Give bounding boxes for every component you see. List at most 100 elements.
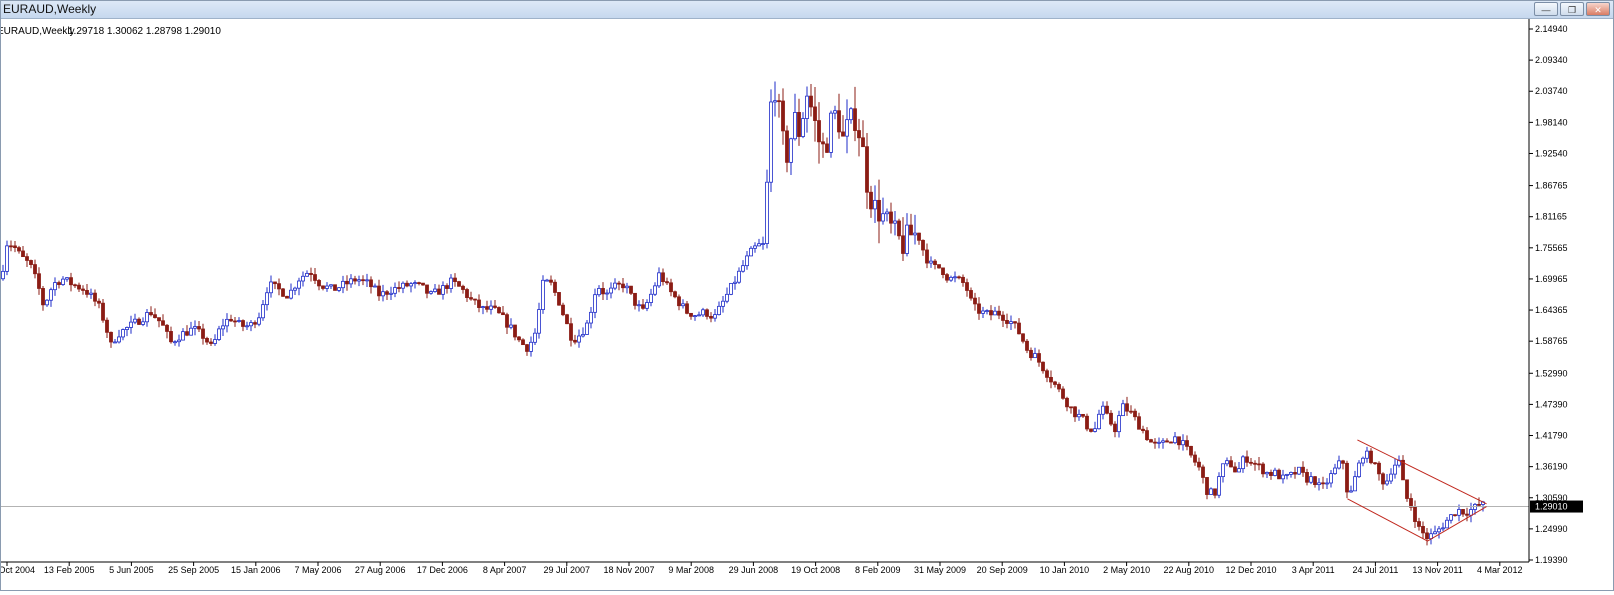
candle: [1317, 478, 1321, 491]
candle-body: [393, 287, 397, 294]
candle: [905, 213, 909, 257]
candle: [293, 286, 297, 296]
candle-body: [45, 299, 49, 306]
candle-body: [589, 311, 593, 324]
candle: [637, 300, 641, 312]
candle-body: [717, 305, 721, 316]
candle: [601, 282, 605, 301]
candle: [885, 208, 889, 222]
window-titlebar[interactable]: EURAUD,Weekly — ❐ ✕: [1, 1, 1613, 19]
close-button[interactable]: ✕: [1586, 2, 1610, 16]
candle-body: [1321, 482, 1325, 485]
candle-body: [365, 279, 369, 282]
candle: [1441, 522, 1445, 532]
candle: [1101, 401, 1105, 420]
candle: [1321, 476, 1325, 489]
candle-body: [529, 341, 533, 352]
candle: [1237, 462, 1241, 473]
chart-area[interactable]: 2.14940 2.09340 2.03740 1.98140 1.92540 1.867…: [0, 19, 1613, 590]
minimize-button[interactable]: —: [1534, 2, 1558, 16]
candle-body: [1153, 441, 1157, 444]
candle-body: [761, 243, 765, 245]
candle: [709, 312, 713, 323]
candle: [673, 290, 677, 299]
candle-body: [1053, 381, 1057, 385]
candle-body: [821, 141, 825, 145]
candle: [569, 317, 573, 347]
candle: [1469, 502, 1473, 523]
candle: [1401, 455, 1405, 481]
candle: [741, 260, 745, 273]
candle-body: [541, 279, 545, 310]
candle: [1145, 427, 1149, 441]
candle-body: [1193, 454, 1197, 463]
candle: [357, 275, 361, 287]
candle-body: [881, 213, 885, 222]
candle-body: [853, 108, 857, 131]
candle-body: [25, 256, 29, 261]
candle: [1105, 401, 1109, 415]
candle: [813, 86, 817, 142]
candle-body: [369, 279, 373, 288]
candle: [1245, 450, 1249, 467]
candle: [445, 283, 449, 294]
candle: [1221, 463, 1225, 483]
candle: [589, 306, 593, 329]
candle-body: [1189, 445, 1193, 456]
price-tick-label: 1.24990: [1535, 524, 1568, 534]
candle: [233, 316, 237, 327]
candle: [985, 309, 989, 315]
candle: [397, 281, 401, 293]
candle: [533, 328, 537, 346]
candle-body: [549, 279, 553, 283]
candle: [1113, 421, 1117, 438]
candle: [553, 279, 557, 296]
candle-body: [1061, 388, 1065, 399]
candle: [1249, 457, 1253, 466]
candle-body: [145, 312, 149, 323]
candle: [273, 281, 277, 290]
candle: [873, 185, 877, 223]
price-tick-label: 2.09340: [1535, 55, 1568, 65]
candle: [689, 312, 693, 320]
candle: [405, 280, 409, 288]
price-tick-label: 1.36190: [1535, 462, 1568, 472]
candle: [437, 284, 441, 295]
candle: [213, 334, 217, 346]
candle-body: [669, 282, 673, 293]
candle-body: [1217, 476, 1221, 496]
trend-lower-line[interactable]: [1347, 498, 1487, 542]
candle-body: [1417, 521, 1421, 527]
restore-button[interactable]: ❐: [1560, 2, 1584, 16]
candle: [429, 290, 433, 295]
candle: [1021, 333, 1025, 344]
candle-body: [325, 285, 329, 289]
candle: [509, 318, 513, 330]
candle: [621, 278, 625, 293]
candle-body: [425, 284, 429, 294]
candle: [1357, 460, 1361, 478]
candle-body: [905, 224, 909, 254]
candle-body: [501, 312, 505, 316]
candle: [69, 272, 73, 292]
candle-body: [949, 276, 953, 281]
candle-body: [465, 289, 469, 298]
candle-body: [621, 283, 625, 289]
price-chart[interactable]: 2.14940 2.09340 2.03740 1.98140 1.92540 1.867…: [0, 19, 1613, 590]
candle: [13, 241, 17, 253]
time-tick-label: 20 Sep 2009: [977, 565, 1028, 575]
time-tick-label: 13 Nov 2011: [1412, 565, 1462, 575]
candle-body: [1257, 463, 1261, 466]
candle: [165, 323, 169, 339]
trend-upper-line[interactable]: [1357, 439, 1487, 505]
candle: [421, 282, 425, 286]
candle: [1053, 380, 1057, 388]
candle-body: [1341, 460, 1345, 464]
candle-body: [989, 310, 993, 316]
candle-body: [1209, 488, 1213, 495]
candle-body: [1269, 471, 1273, 476]
time-tick-label: 8 Feb 2009: [855, 565, 901, 575]
candle-body: [777, 100, 781, 103]
candle: [61, 276, 65, 286]
candle: [1129, 405, 1133, 415]
